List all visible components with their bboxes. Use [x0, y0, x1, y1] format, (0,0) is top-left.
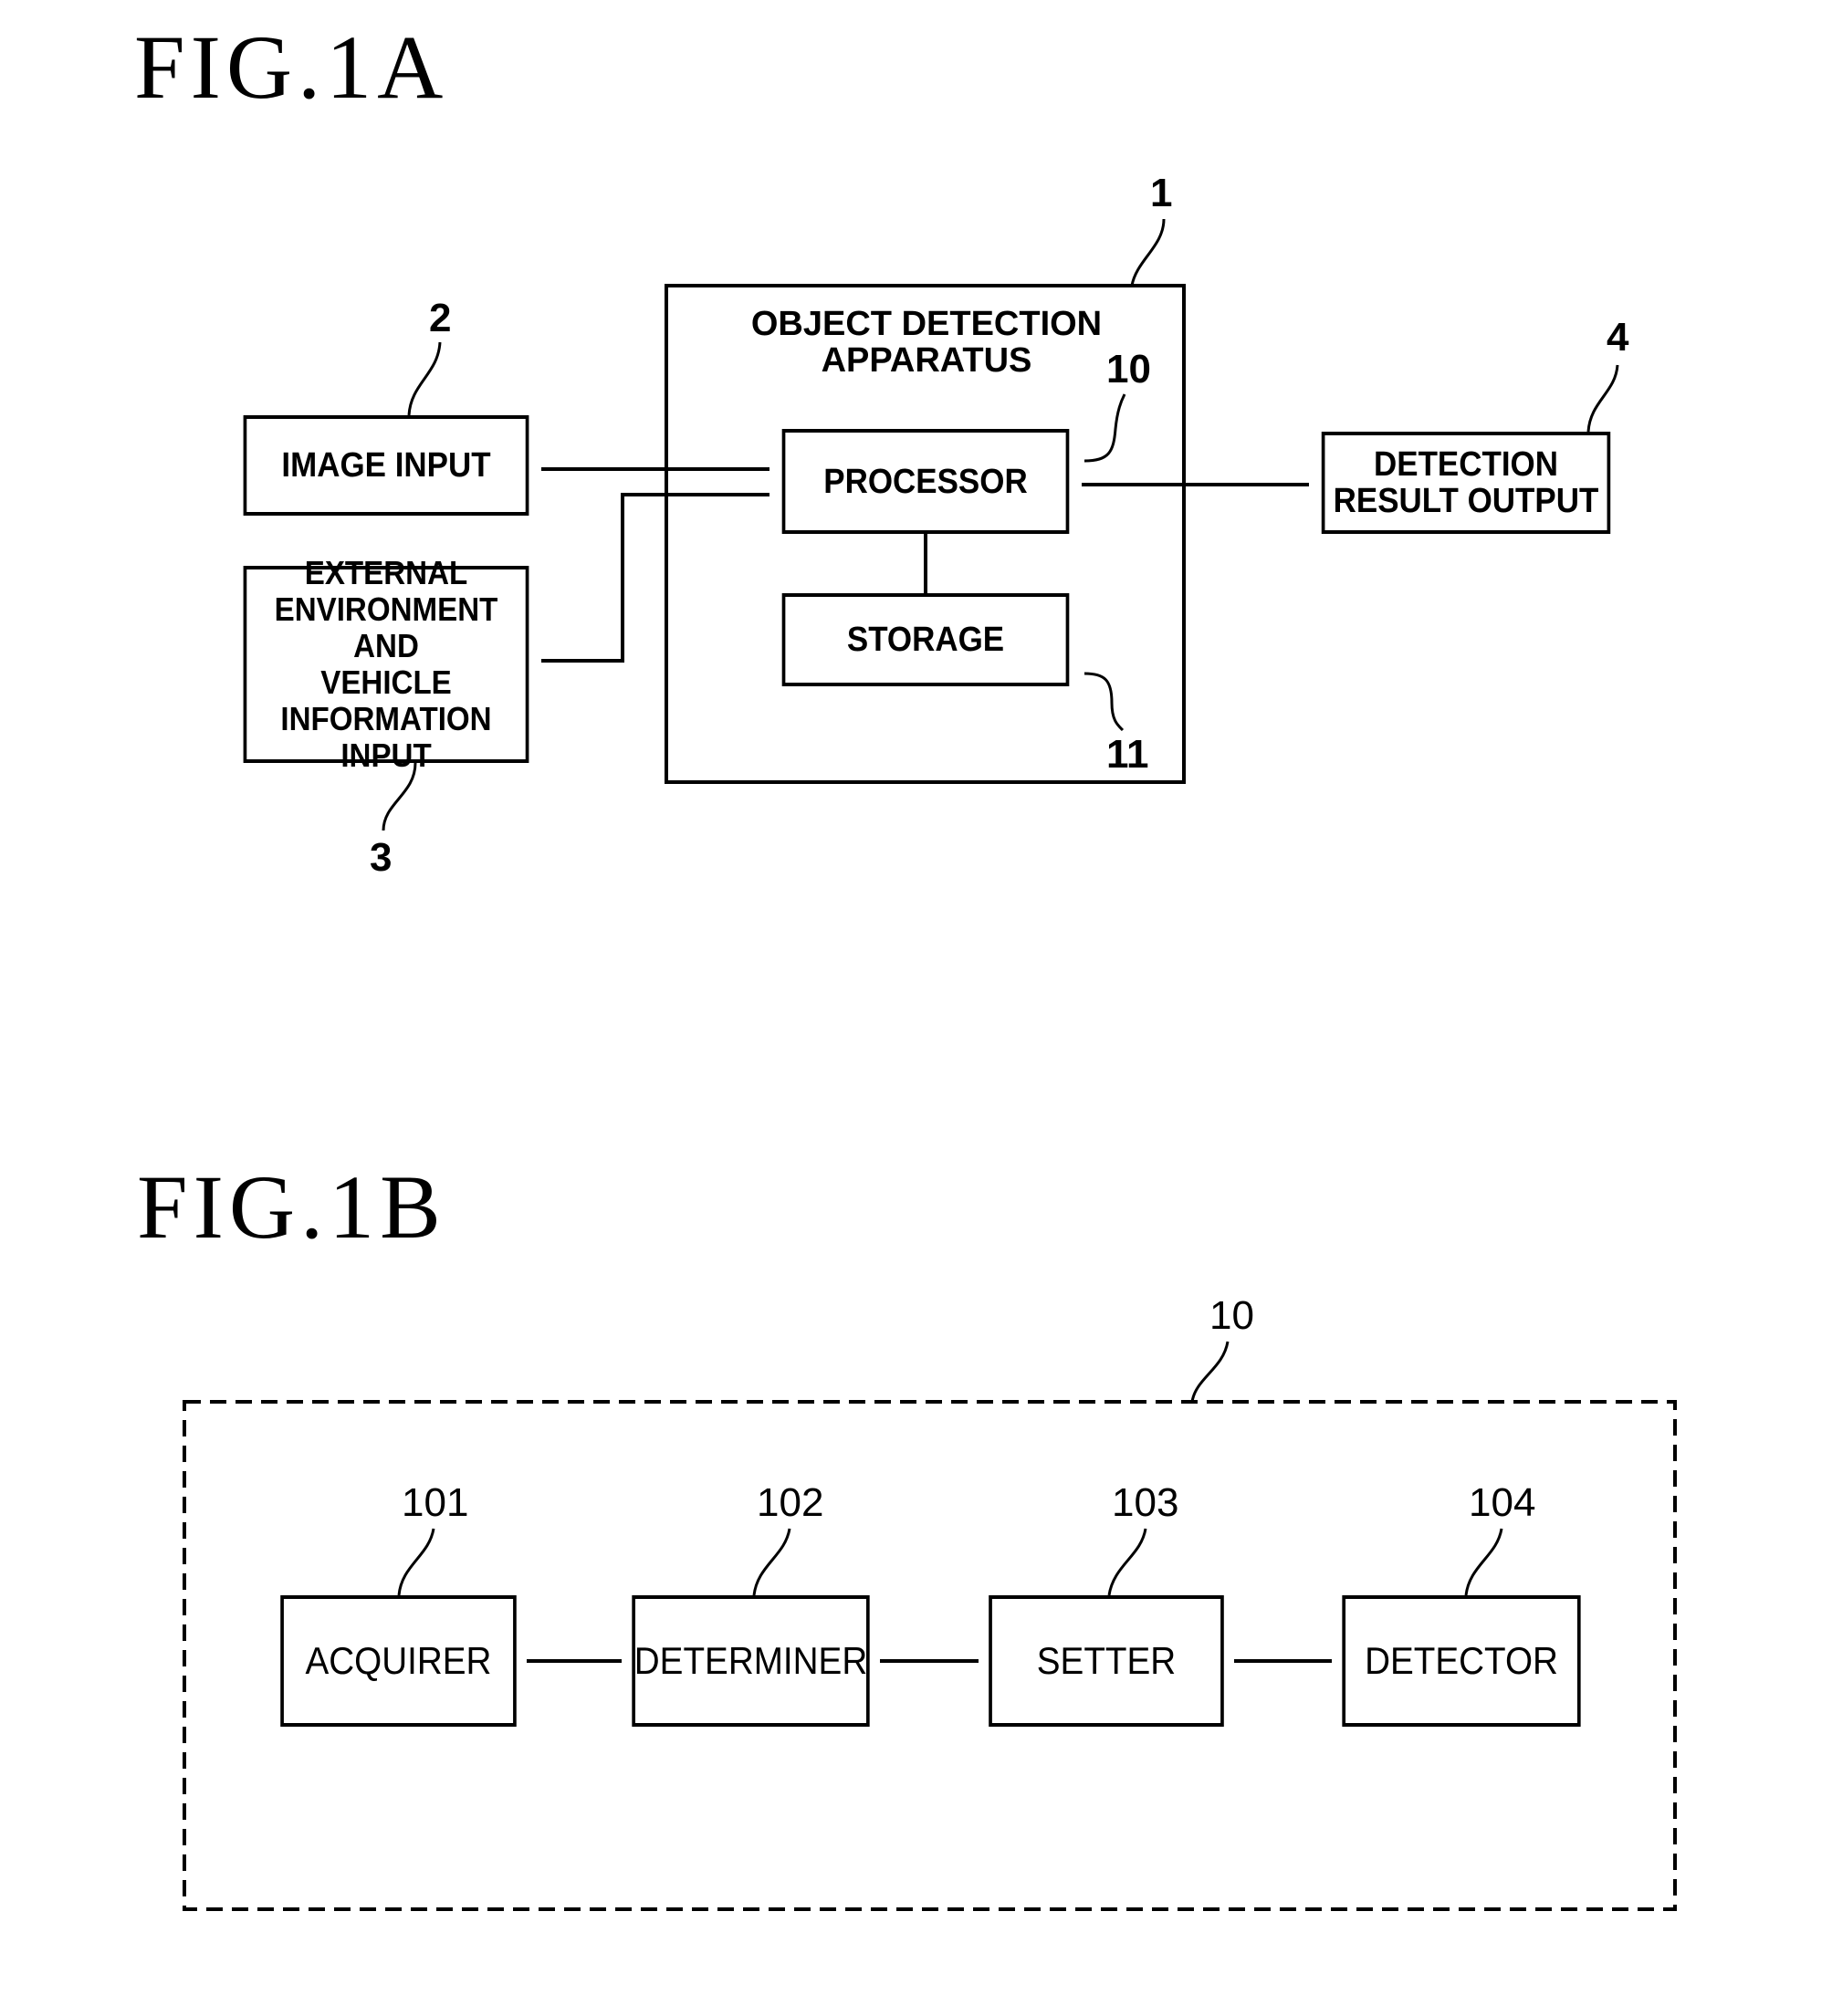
ref-label-101: 101	[402, 1480, 469, 1525]
output-label-line: RESULT OUTPUT	[1333, 482, 1599, 520]
ref-label-1: 1	[1150, 171, 1173, 215]
figure-1a-title: FIG.1A	[134, 16, 449, 118]
ref-label-11: 11	[1106, 732, 1149, 777]
ref-label-104: 104	[1469, 1480, 1536, 1525]
ref-label-3: 3	[370, 835, 393, 880]
setter-block: SETTER	[989, 1595, 1224, 1727]
leader-10b	[1190, 1341, 1230, 1403]
leader-101	[397, 1528, 435, 1596]
leader-104	[1464, 1528, 1503, 1596]
leader-4	[1586, 364, 1619, 433]
ref-label-4: 4	[1607, 315, 1629, 360]
processor-label: PROCESSOR	[823, 462, 1028, 501]
setter-label: SETTER	[1036, 1639, 1177, 1682]
leader-10	[1083, 393, 1126, 463]
external-label-line: INFORMATION INPUT	[280, 700, 492, 774]
detector-label: DETECTOR	[1365, 1639, 1558, 1682]
acquirer-block: ACQUIRER	[280, 1595, 517, 1727]
detector-block: DETECTOR	[1342, 1595, 1581, 1727]
processor-block: PROCESSOR	[781, 429, 1070, 534]
apparatus-title-line1: OBJECT DETECTION	[750, 305, 1103, 343]
detection-result-output-block: DETECTION RESULT OUTPUT	[1321, 432, 1611, 534]
ref-label-103: 103	[1112, 1480, 1179, 1525]
image-input-label: IMAGE INPUT	[281, 446, 491, 485]
output-label-line: DETECTION	[1374, 445, 1558, 484]
figure-1b-title: FIG.1B	[137, 1156, 446, 1258]
external-label-line: VEHICLE	[320, 663, 452, 701]
wire-external-to-processor	[541, 493, 769, 663]
ref-label-2: 2	[429, 296, 452, 340]
acquirer-label: ACQUIRER	[305, 1639, 492, 1682]
external-info-input-block: EXTERNAL ENVIRONMENT AND VEHICLE INFORMA…	[243, 555, 529, 774]
ref-label-10b: 10	[1209, 1293, 1254, 1338]
leader-103	[1107, 1528, 1147, 1596]
apparatus-title-line2: APPARATUS	[821, 341, 1032, 380]
apparatus-title: OBJECT DETECTION APPARATUS	[694, 306, 1159, 379]
external-label-line: EXTERNAL	[304, 554, 468, 591]
storage-label: STORAGE	[846, 621, 1005, 659]
ref-label-10: 10	[1106, 347, 1151, 392]
determiner-label: DETERMINER	[633, 1639, 868, 1682]
leader-2	[407, 341, 442, 416]
storage-block: STORAGE	[781, 593, 1070, 686]
leader-1	[1130, 218, 1166, 287]
leader-102	[752, 1528, 791, 1596]
image-input-block: IMAGE INPUT	[243, 415, 529, 516]
external-label-line: ENVIRONMENT AND	[274, 590, 498, 664]
ref-label-102: 102	[757, 1480, 824, 1525]
determiner-block: DETERMINER	[632, 1595, 870, 1727]
leader-11	[1083, 672, 1125, 732]
